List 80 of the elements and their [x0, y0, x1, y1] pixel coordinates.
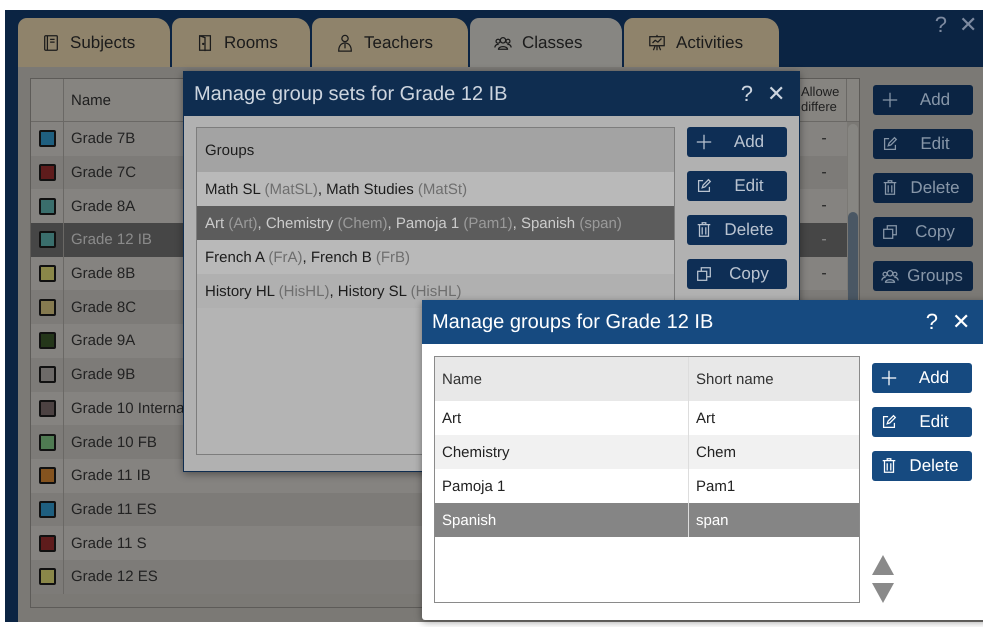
dialog-title: Manage groups for Grade 12 IB — [432, 310, 714, 334]
table-cell: - — [821, 197, 827, 216]
tab[interactable]: Activities — [624, 18, 779, 67]
table-row[interactable]: Spanish span — [435, 503, 859, 537]
toolbar-button[interactable]: Delete — [873, 173, 973, 203]
help-button[interactable]: ? — [740, 83, 753, 105]
toolbar-button[interactable]: Groups — [873, 261, 973, 291]
table-cell: Grade 8C — [71, 298, 136, 316]
table-cell: Grade 10 Interna — [71, 400, 184, 417]
table-cell: Grade 10 FB — [71, 434, 157, 451]
edit-icon — [695, 177, 713, 195]
table-cell: Grade 11 ES — [71, 500, 157, 518]
table-cell: - — [821, 130, 827, 148]
table-cell: Grade 11 S — [71, 534, 147, 552]
table-cell: - — [821, 164, 827, 182]
close-button[interactable]: ✕ — [959, 14, 977, 36]
person-icon — [336, 34, 354, 52]
copy-icon — [695, 265, 713, 283]
table-cell: Grade 9A — [71, 332, 136, 350]
help-button[interactable]: ? — [926, 311, 938, 333]
table-cell: Chem — [696, 444, 736, 460]
trash-icon — [880, 457, 898, 475]
people-icon — [881, 267, 899, 285]
toolbar-button[interactable]: Delete — [872, 451, 972, 481]
table-cell: Grade 12 IB — [71, 231, 152, 248]
toolbar-button[interactable]: Copy — [873, 217, 973, 247]
table-cell: - — [821, 230, 827, 249]
table-cell: span — [696, 512, 729, 528]
column-header: Name — [71, 92, 112, 108]
dialog-title: Manage group sets for Grade 12 IB — [194, 82, 509, 106]
toolbar-button[interactable]: Delete — [687, 215, 787, 245]
plus-icon — [695, 133, 713, 151]
copy-icon — [881, 223, 899, 241]
list-row[interactable]: French A (FrA), French B (FrB) — [197, 240, 674, 274]
plus-icon — [881, 91, 899, 109]
edit-icon — [881, 135, 899, 153]
book-icon — [42, 34, 60, 52]
toolbar-button[interactable]: Edit — [687, 171, 787, 201]
column-header: Allowe differe — [801, 85, 840, 115]
tab[interactable]: Rooms — [172, 18, 310, 67]
table-cell: Spanish — [442, 512, 496, 528]
tab[interactable]: Subjects — [18, 18, 170, 67]
column-header: Name — [442, 370, 482, 388]
close-button[interactable]: ✕ — [767, 83, 785, 105]
table-cell: Grade 12 ES — [71, 568, 158, 586]
toolbar-button[interactable]: Edit — [873, 129, 973, 159]
table-cell: Pam1 — [696, 478, 736, 494]
table-row[interactable]: Chemistry Chem — [435, 435, 859, 469]
list-row[interactable]: Art (Art), Chemistry (Chem), Pamoja 1 (Pam1), Spanish (span) — [197, 206, 674, 240]
table-cell: Grade 7C — [71, 164, 136, 182]
edit-icon — [880, 413, 898, 431]
table-cell: Grade 8A — [71, 198, 136, 215]
toolbar-button[interactable]: Add — [687, 127, 787, 157]
door-icon — [196, 34, 214, 52]
table-cell: Art — [696, 410, 716, 426]
table-cell: Grade 8B — [71, 265, 136, 282]
list-row[interactable]: Math SL (MatSL), Math Studies (MatSt) — [197, 172, 674, 206]
toolbar-button[interactable]: Add — [873, 85, 973, 115]
table-cell: - — [821, 264, 827, 283]
tab[interactable]: Teachers — [312, 18, 468, 67]
trash-icon — [695, 221, 713, 239]
plus-icon — [880, 369, 898, 387]
table-cell: Grade 9B — [71, 366, 136, 384]
toolbar-button[interactable]: Add — [872, 363, 972, 393]
table-cell: Art — [442, 410, 462, 426]
table-cell: Pamoja 1 — [442, 478, 506, 494]
toolbar-button[interactable]: Edit — [872, 407, 972, 437]
column-header: Short name — [696, 370, 774, 388]
column-header: Groups — [205, 142, 254, 158]
help-button[interactable]: ? — [934, 14, 947, 36]
trash-icon — [881, 179, 899, 197]
close-button[interactable]: ✕ — [952, 311, 970, 333]
tab[interactable]: Classes — [470, 18, 622, 67]
toolbar-button[interactable]: Copy — [687, 259, 787, 289]
move-down-icon[interactable] — [872, 583, 894, 603]
table-cell: Grade 7B — [71, 130, 136, 148]
move-up-icon[interactable] — [872, 555, 894, 575]
table-cell: Chemistry — [442, 444, 510, 460]
table-cell: Grade 11 IB — [71, 467, 151, 484]
easel-icon — [648, 34, 666, 52]
